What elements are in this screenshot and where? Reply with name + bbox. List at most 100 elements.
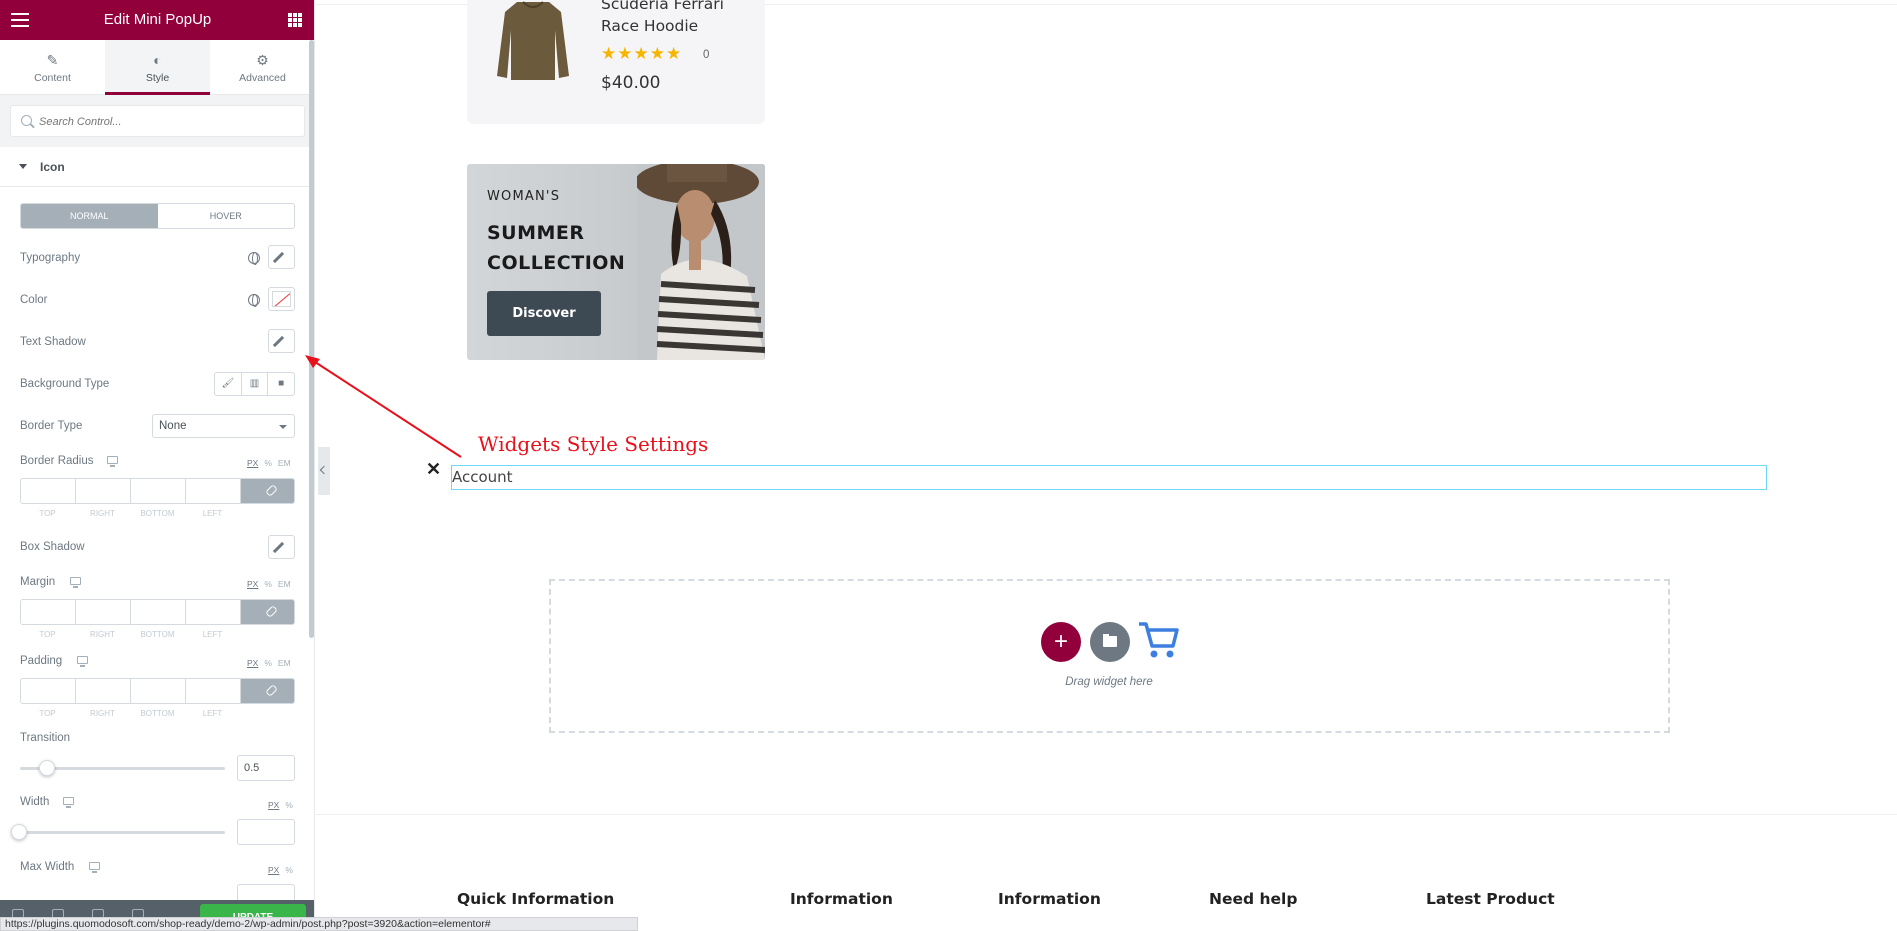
dim-right-label: RIGHT — [90, 709, 115, 718]
dim-top-input[interactable] — [21, 600, 76, 624]
tab-style[interactable]: ◐ Style — [105, 40, 210, 95]
dim-top-label: TOP — [39, 709, 56, 718]
unit-percent[interactable]: % — [264, 579, 272, 589]
desktop-icon[interactable] — [77, 656, 88, 667]
dim-bottom-input[interactable] — [131, 479, 186, 503]
close-icon[interactable]: ✕ — [426, 460, 441, 478]
box-shadow-edit-button[interactable] — [268, 535, 295, 559]
width-slider-track[interactable] — [20, 831, 225, 834]
padding-dim-labels: TOP RIGHT BOTTOM LEFT — [20, 709, 240, 718]
unit-px[interactable]: PX — [268, 865, 279, 875]
width-slider-handle[interactable] — [11, 824, 27, 840]
tab-content-label: Content — [34, 72, 71, 84]
footer-col-information: Information — [790, 890, 893, 908]
footer-col-need-help: Need help — [1209, 890, 1298, 908]
panel-title: Edit Mini PopUp — [103, 11, 212, 28]
panel-scrollbar[interactable] — [309, 40, 314, 638]
pencil-icon: ✎ — [46, 52, 59, 68]
footer-col-quick-information: Quick Information — [457, 890, 615, 908]
padding-inputs — [20, 678, 295, 704]
border-radius-inputs — [20, 478, 295, 504]
product-name[interactable]: Scuderia Ferrari Race Hoodie — [601, 0, 751, 37]
desktop-icon[interactable] — [63, 797, 74, 808]
hover-tab[interactable]: HOVER — [158, 204, 295, 228]
border-radius-dim-labels: TOP RIGHT BOTTOM LEFT — [20, 509, 240, 518]
color-global-button[interactable] — [242, 288, 266, 312]
dim-right-input[interactable] — [76, 600, 131, 624]
border-type-label: Border Type — [20, 420, 83, 432]
unit-em[interactable]: EM — [278, 658, 291, 668]
footer-divider — [316, 814, 1897, 815]
search-control — [10, 105, 305, 137]
desktop-icon[interactable] — [70, 577, 81, 588]
unit-percent[interactable]: % — [264, 658, 272, 668]
unit-px[interactable]: PX — [247, 458, 258, 468]
transition-slider-handle[interactable] — [39, 760, 55, 776]
unit-px[interactable]: PX — [247, 579, 258, 589]
pencil-icon — [272, 335, 285, 348]
panel-tabs: ✎ Content ◐ Style ⚙ Advanced — [0, 40, 314, 95]
dim-left-input[interactable] — [186, 479, 241, 503]
add-section-button[interactable]: + — [1041, 622, 1081, 662]
banner-title: SUMMER COLLECTION — [487, 222, 626, 274]
color-picker-button[interactable] — [268, 287, 295, 311]
typography-edit-button[interactable] — [268, 245, 295, 269]
normal-tab[interactable]: NORMAL — [21, 204, 158, 228]
margin-inputs — [20, 599, 295, 625]
dim-left-input[interactable] — [186, 600, 241, 624]
unit-em[interactable]: EM — [278, 458, 291, 468]
hoodie-image[interactable] — [495, 0, 571, 82]
dim-right-input[interactable] — [76, 679, 131, 703]
unit-px[interactable]: PX — [268, 800, 279, 810]
unit-percent[interactable]: % — [264, 458, 272, 468]
rating-stars-icon: ★★★★★ — [601, 44, 683, 63]
search-area — [0, 95, 314, 147]
desktop-icon[interactable] — [107, 456, 118, 467]
widgets-grid-icon[interactable] — [288, 13, 302, 27]
text-shadow-edit-button[interactable] — [268, 329, 295, 353]
dim-left-label: LEFT — [202, 709, 223, 718]
unit-percent[interactable]: % — [285, 865, 293, 875]
typography-global-button[interactable] — [242, 246, 266, 270]
state-toggle: NORMAL HOVER — [20, 203, 295, 229]
unit-em[interactable]: EM — [278, 579, 291, 589]
half-circle-icon: ◐ — [153, 52, 162, 68]
dim-top-input[interactable] — [21, 679, 76, 703]
selected-account-widget[interactable]: Account — [451, 465, 1767, 490]
video-icon[interactable]: ■ — [268, 373, 294, 395]
tab-advanced[interactable]: ⚙ Advanced — [210, 40, 314, 94]
template-library-button[interactable] — [1090, 622, 1130, 662]
annotation-label: Widgets Style Settings — [478, 432, 709, 456]
cart-icon[interactable] — [1137, 620, 1179, 660]
link-values-icon[interactable] — [241, 679, 294, 703]
link-values-icon[interactable] — [241, 600, 294, 624]
unit-px[interactable]: PX — [247, 658, 258, 668]
search-input[interactable] — [39, 113, 289, 131]
unit-percent[interactable]: % — [285, 800, 293, 810]
border-type-select[interactable]: None — [152, 414, 295, 438]
dim-left-input[interactable] — [186, 679, 241, 703]
dim-bottom-input[interactable] — [131, 600, 186, 624]
discover-button[interactable]: Discover — [487, 291, 601, 336]
tab-style-label: Style — [145, 72, 170, 84]
gradient-icon[interactable]: ▥ — [242, 373, 269, 395]
padding-units: PX% EM — [247, 658, 297, 668]
transition-input[interactable]: 0.5 — [237, 755, 295, 781]
width-label: Width — [20, 796, 50, 808]
dim-right-input[interactable] — [76, 479, 131, 503]
gear-icon: ⚙ — [256, 52, 269, 68]
search-icon — [21, 115, 32, 126]
link-values-icon[interactable] — [241, 479, 294, 503]
tab-advanced-label: Advanced — [239, 72, 286, 84]
section-icon-header[interactable]: Icon — [0, 147, 310, 187]
brush-icon[interactable]: 🖌 — [215, 373, 242, 395]
dim-bottom-input[interactable] — [131, 679, 186, 703]
typography-label: Typography — [20, 252, 81, 264]
width-input[interactable] — [237, 819, 295, 845]
transition-label: Transition — [20, 732, 71, 744]
section-title: Icon — [40, 160, 65, 174]
desktop-icon[interactable] — [89, 862, 100, 873]
tab-content[interactable]: ✎ Content — [0, 40, 105, 94]
globe-icon — [248, 252, 260, 265]
dim-top-input[interactable] — [21, 479, 76, 503]
